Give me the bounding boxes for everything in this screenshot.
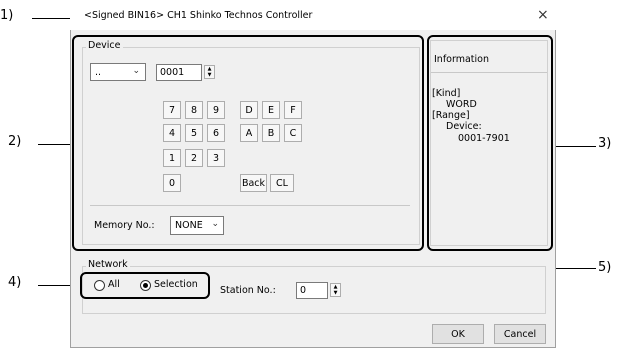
callout-2: 2) [8,134,22,149]
radio-all[interactable] [94,280,105,291]
spin-down-icon: ▼ [333,290,338,296]
highlight-device [72,35,424,251]
callout-3: 3) [598,136,612,151]
cancel-button[interactable]: Cancel [494,324,546,344]
callout-3-line [554,146,596,148]
ok-button[interactable]: OK [432,324,484,344]
callout-5: 5) [598,260,612,275]
radio-selection[interactable] [140,280,151,291]
station-label: Station No.: [220,285,276,296]
close-icon[interactable]: × [537,7,549,23]
callout-1: 1) [0,8,14,23]
dialog-title: <Signed BIN16> CH1 Shinko Technos Contro… [84,10,313,21]
highlight-information [427,35,553,251]
radio-all-label: All [108,279,120,290]
station-input[interactable]: 0 [296,282,328,299]
callout-4: 4) [8,275,22,290]
station-spinner[interactable]: ▲ ▼ [330,283,341,297]
callout-2-line [38,144,72,146]
station-value: 0 [300,285,307,296]
radio-selection-label: Selection [154,279,198,290]
network-group-label: Network [86,259,130,270]
